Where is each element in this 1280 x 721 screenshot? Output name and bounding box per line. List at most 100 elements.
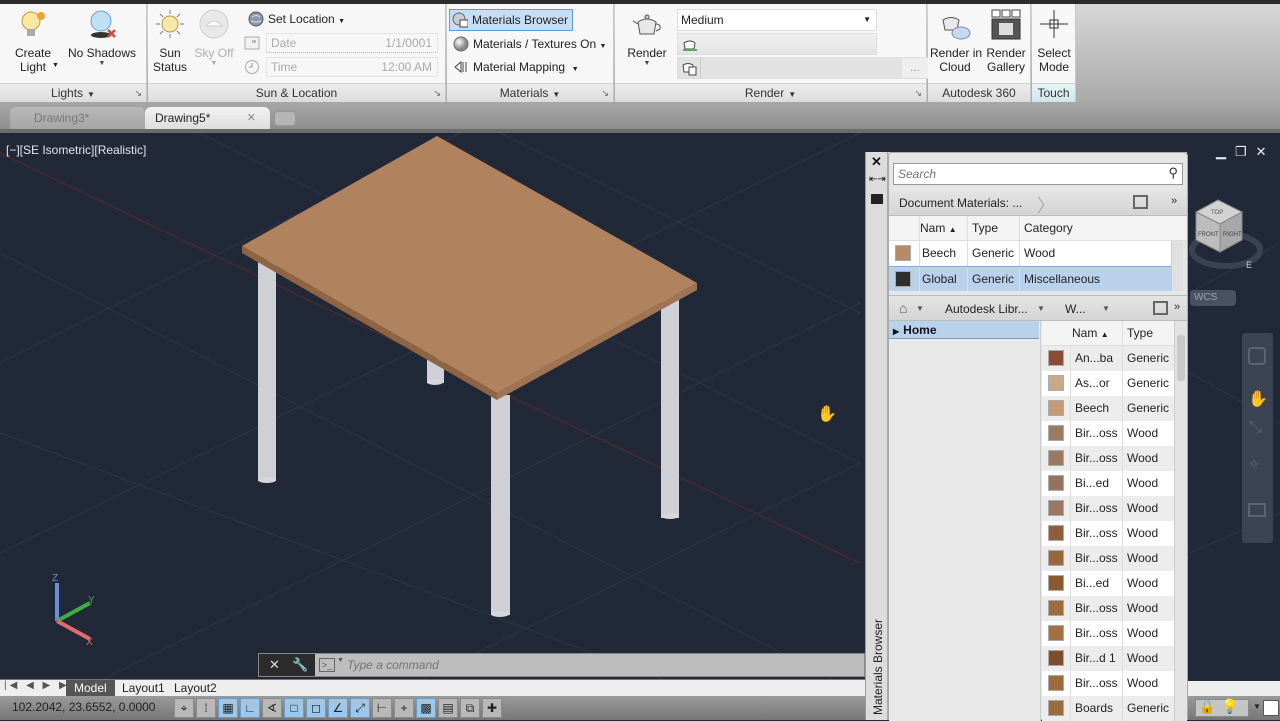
document-material-row[interactable]: Global Generic Miscellaneous bbox=[889, 266, 1171, 292]
3d-object-snap-toggle[interactable]: ◻ bbox=[306, 698, 326, 718]
dialog-launcher-icon[interactable]: ↘ bbox=[433, 84, 441, 102]
object-snap-toggle[interactable]: □ bbox=[284, 698, 304, 718]
set-location-button[interactable]: Set Location ▼ bbox=[248, 9, 345, 31]
command-prompt-icon[interactable]: >_ bbox=[319, 658, 335, 672]
ortho-mode-toggle[interactable]: ∟ bbox=[240, 698, 260, 718]
materials-textures-button[interactable]: Materials / Textures On ▼ bbox=[453, 34, 606, 56]
column-header-type[interactable]: Type bbox=[1122, 321, 1153, 346]
sun-location-panel-title[interactable]: Sun & Location ↘ bbox=[148, 83, 445, 102]
viewport-controls-label[interactable]: [−][SE Isometric][Realistic] bbox=[6, 143, 146, 157]
render-panel-title[interactable]: Render ▼ ↘ bbox=[615, 83, 926, 102]
library-material-row[interactable]: Beech Generic bbox=[1042, 396, 1174, 421]
chevron-down-icon[interactable]: ▼ bbox=[916, 304, 924, 313]
dialog-launcher-icon[interactable]: ↘ bbox=[601, 84, 609, 102]
lineweight-toggle[interactable]: + bbox=[394, 698, 414, 718]
view-toggle-icon[interactable] bbox=[1153, 301, 1168, 315]
no-shadows-button[interactable]: No Shadows ▼ bbox=[66, 8, 138, 68]
restore-icon[interactable]: ❐ bbox=[1235, 144, 1256, 159]
library-scrollbar[interactable] bbox=[1174, 321, 1187, 721]
materials-browser-button[interactable]: Materials Browser bbox=[449, 9, 574, 31]
close-icon[interactable]: ✕ bbox=[1256, 144, 1276, 159]
wcs-menu[interactable]: WCS bbox=[1190, 290, 1236, 306]
annotation-monitor-toggle[interactable]: ✚ bbox=[482, 698, 502, 718]
library-material-row[interactable]: Bir...oss Wood bbox=[1042, 671, 1174, 696]
infer-constraints-toggle[interactable]: ⌖ bbox=[174, 698, 194, 718]
no-shadows-dropdown-arrow[interactable]: ▼ bbox=[66, 60, 138, 68]
tab-model[interactable]: Model bbox=[66, 680, 115, 696]
create-light-button[interactable]: Create Light bbox=[10, 8, 56, 74]
selection-cycling-toggle[interactable]: ⧉ bbox=[460, 698, 480, 718]
column-header-type[interactable]: Type bbox=[967, 216, 1019, 241]
pan-icon[interactable]: ✋ bbox=[1248, 389, 1268, 409]
select-mode-button[interactable]: Select Mode bbox=[1034, 8, 1074, 74]
zoom-extents-icon[interactable]: ⤡ bbox=[1249, 419, 1262, 437]
library-material-row[interactable]: Bir...oss Wood bbox=[1042, 521, 1174, 546]
lock-icon[interactable]: 🔒 bbox=[1199, 699, 1215, 715]
tab-layout2[interactable]: Layout2 bbox=[168, 680, 223, 696]
close-tab-icon[interactable]: ✕ bbox=[247, 107, 256, 129]
render-button[interactable]: Render ▼ bbox=[625, 8, 669, 68]
new-tab-button[interactable] bbox=[274, 111, 296, 126]
chevron-down-icon[interactable]: ▼ bbox=[1102, 304, 1110, 313]
layout-nav-arrows[interactable]: |◀ ◀ ▶ ▶| bbox=[4, 680, 75, 691]
library-material-row[interactable]: Bir...oss Wood bbox=[1042, 421, 1174, 446]
chevron-down-icon[interactable]: ▼ bbox=[1253, 702, 1261, 711]
tab-layout1[interactable]: Layout1 bbox=[116, 680, 171, 696]
document-materials-scrollbar[interactable] bbox=[1171, 241, 1183, 291]
tree-item-home[interactable]: ▶ Home bbox=[889, 321, 1039, 339]
document-material-row[interactable]: Beech Generic Wood bbox=[889, 241, 1171, 266]
dialog-launcher-icon[interactable]: ↘ bbox=[914, 84, 922, 102]
clean-screen-icon[interactable] bbox=[1263, 700, 1279, 716]
viewcube[interactable]: TOP FRONT RIGHT E bbox=[1186, 190, 1274, 280]
library-material-row[interactable]: Boards Generic bbox=[1042, 696, 1174, 721]
snap-mode-toggle[interactable]: ⁞ bbox=[196, 698, 216, 718]
library-name-crumb[interactable]: Autodesk Libr... bbox=[945, 302, 1028, 316]
tab-drawing5[interactable]: Drawing5* ✕ bbox=[145, 107, 270, 130]
transparency-toggle[interactable]: ▩ bbox=[416, 698, 436, 718]
library-material-row[interactable]: Bir...oss Wood bbox=[1042, 596, 1174, 621]
properties-menu-icon[interactable] bbox=[871, 194, 883, 204]
library-material-row[interactable]: Bi...ed Wood bbox=[1042, 571, 1174, 596]
render-dropdown-arrow[interactable]: ▼ bbox=[625, 60, 669, 68]
library-material-row[interactable]: Bir...oss Wood bbox=[1042, 446, 1174, 471]
isolate-bulb-icon[interactable]: 💡 bbox=[1221, 698, 1238, 715]
column-header-name[interactable]: Nam ▲ bbox=[1072, 321, 1109, 347]
search-field[interactable]: ⚲ bbox=[893, 163, 1183, 185]
materials-panel-title[interactable]: Materials ▼ ↘ bbox=[447, 83, 613, 102]
minimize-icon[interactable]: ▁ bbox=[1216, 144, 1235, 159]
library-material-row[interactable]: Bir...oss Wood bbox=[1042, 621, 1174, 646]
grid-display-toggle[interactable]: ▦ bbox=[218, 698, 238, 718]
search-input[interactable] bbox=[898, 166, 1158, 182]
polar-tracking-toggle[interactable]: ∢ bbox=[262, 698, 282, 718]
chevron-down-icon[interactable]: ▼ bbox=[1037, 304, 1045, 313]
search-icon[interactable]: ⚲ bbox=[1168, 165, 1178, 181]
column-header-name[interactable]: Nam ▲ bbox=[919, 216, 969, 241]
close-command-line-icon[interactable]: ✕ bbox=[269, 657, 280, 673]
render-in-cloud-button[interactable]: Render in Cloud bbox=[930, 8, 982, 74]
command-input[interactable] bbox=[347, 656, 857, 674]
column-header-category[interactable]: Category bbox=[1019, 216, 1169, 241]
render-preset-field[interactable]: ... bbox=[677, 57, 929, 79]
sky-off-button[interactable]: Sky Off ▼ bbox=[194, 8, 234, 68]
sky-off-dropdown-arrow[interactable]: ▼ bbox=[194, 60, 234, 68]
render-gallery-button[interactable]: Render Gallery bbox=[982, 8, 1030, 74]
dynamic-input-toggle[interactable]: ⊢ bbox=[372, 698, 392, 718]
quick-properties-toggle[interactable]: ▤ bbox=[438, 698, 458, 718]
library-material-row[interactable]: As...or Generic bbox=[1042, 371, 1174, 396]
close-palette-icon[interactable]: ✕ bbox=[871, 154, 882, 170]
more-button[interactable]: ... bbox=[902, 58, 928, 78]
render-output-size[interactable] bbox=[677, 33, 877, 55]
material-mapping-button[interactable]: Material Mapping ▼ bbox=[453, 57, 579, 79]
tab-drawing3[interactable]: Drawing3* bbox=[10, 107, 145, 130]
more-options-icon[interactable]: » bbox=[1174, 301, 1180, 313]
view-toggle-icon[interactable] bbox=[1133, 195, 1148, 209]
scrollbar-thumb[interactable] bbox=[1177, 335, 1185, 381]
create-light-dropdown-arrow[interactable]: ▼ bbox=[52, 62, 59, 69]
sun-status-button[interactable]: Sun Status bbox=[150, 8, 190, 74]
customize-wrench-icon[interactable]: 🔧 bbox=[292, 657, 308, 673]
chevron-down-icon[interactable]: ▼ bbox=[337, 657, 344, 664]
document-materials-label[interactable]: Document Materials: ... bbox=[899, 196, 1022, 210]
library-material-row[interactable]: An...ba Generic bbox=[1042, 346, 1174, 371]
library-material-row[interactable]: Bir...oss Wood bbox=[1042, 496, 1174, 521]
lights-panel-title[interactable]: Lights ▼ ↘ bbox=[0, 83, 146, 102]
